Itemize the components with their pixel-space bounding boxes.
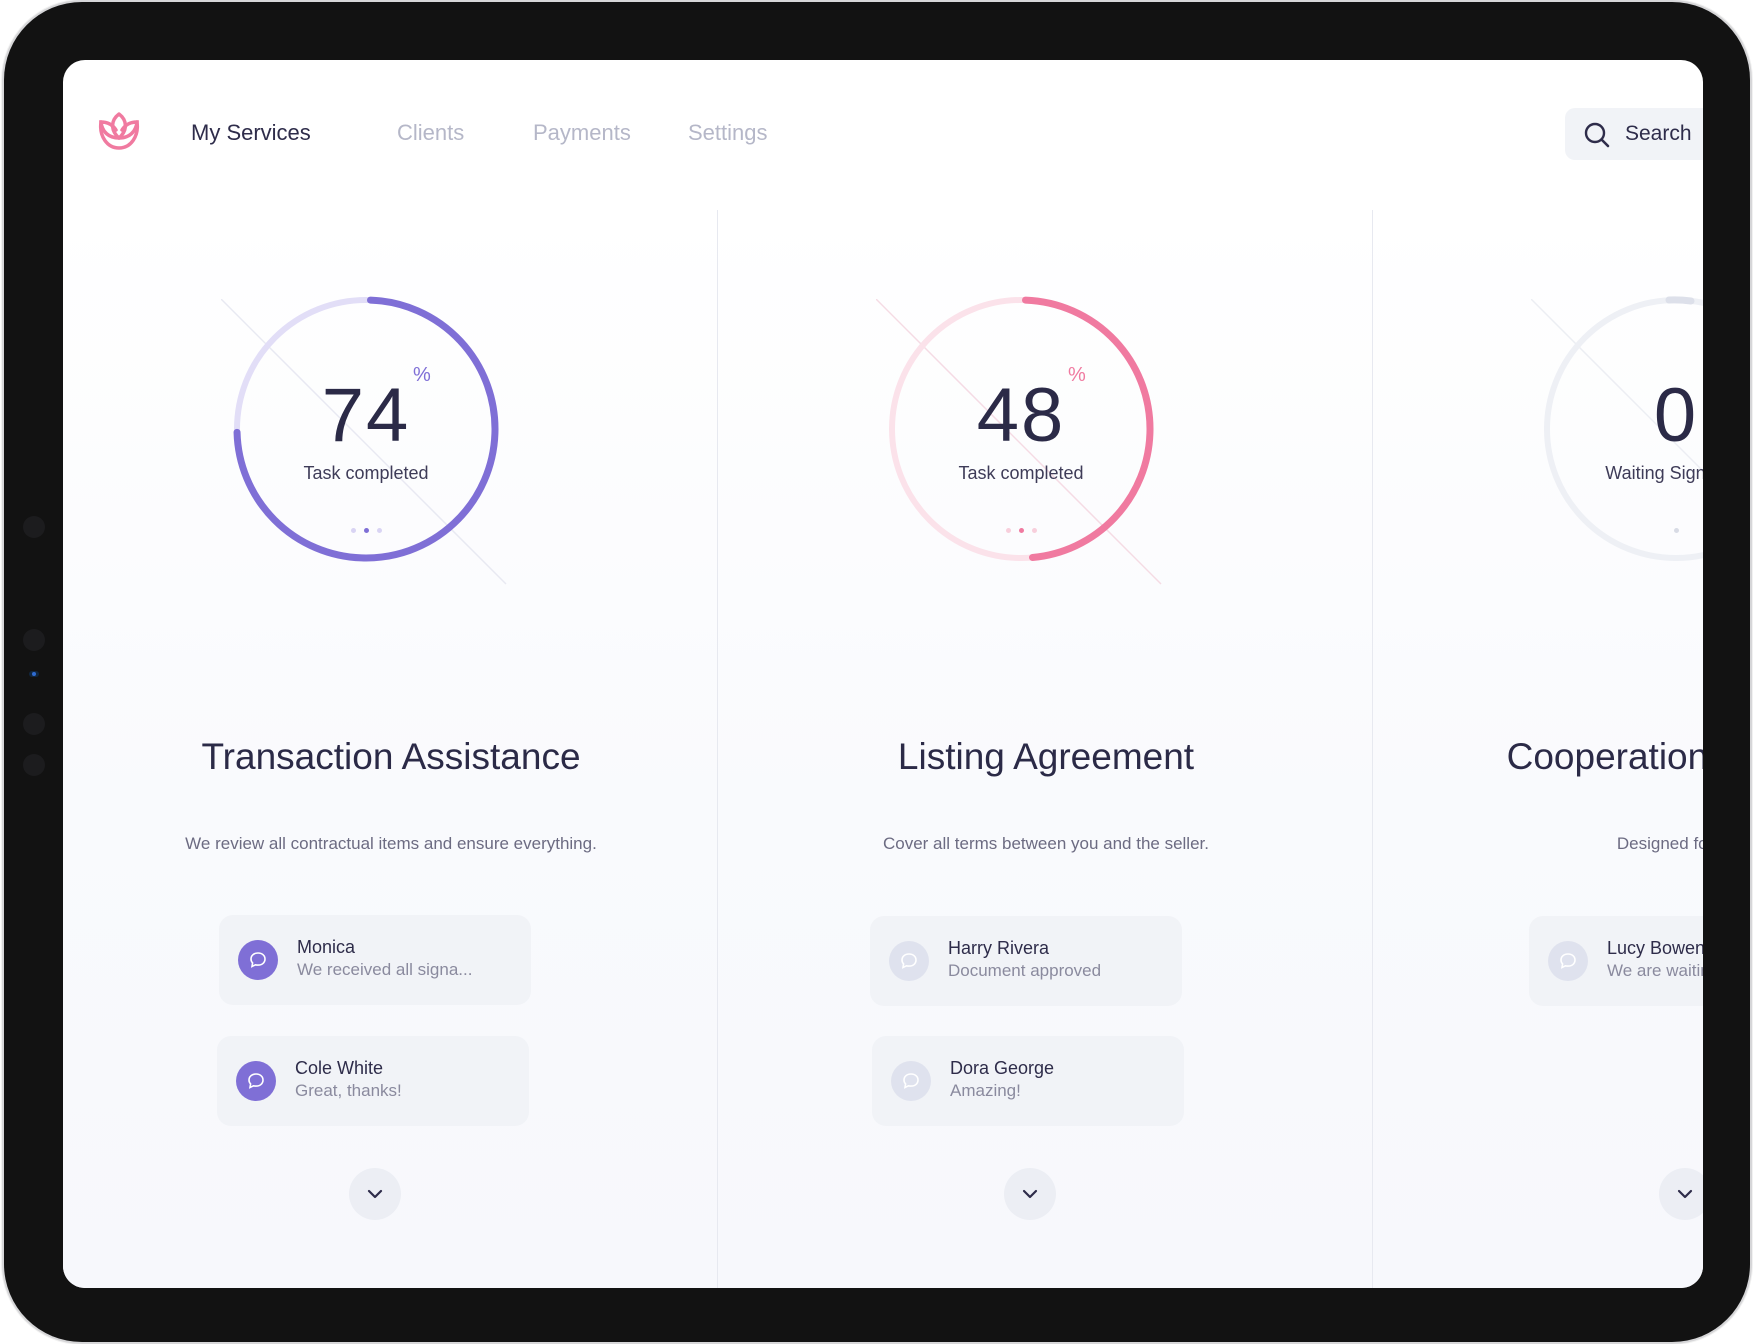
nav-item-clients[interactable]: Clients <box>397 120 464 146</box>
pager-dots[interactable] <box>1541 518 1703 537</box>
expand-button[interactable] <box>349 1168 401 1220</box>
nav-item-my-services[interactable]: My Services <box>191 120 311 146</box>
message-card[interactable]: Harry Rivera Document approved <box>870 916 1182 1006</box>
side-dot <box>23 629 45 651</box>
message-preview: Great, thanks! <box>295 1081 402 1100</box>
percent-value: 48 <box>976 373 1066 458</box>
message-sender: Cole White <box>295 1058 384 1078</box>
ring-label: Task completed <box>958 463 1084 483</box>
message-preview: We are waiting <box>1607 961 1703 980</box>
progress-ring: 0 Waiting Signature <box>1531 294 1703 564</box>
message-preview: Amazing! <box>950 1081 1021 1100</box>
chat-bubble-icon <box>1548 941 1588 981</box>
service-description: We review all contractual items and ensu… <box>185 834 597 853</box>
progress-ring: 48 % Task completed <box>876 294 1162 585</box>
search-button[interactable]: Search <box>1565 108 1703 160</box>
message-sender: Dora George <box>950 1058 1055 1078</box>
progress-ring: 74 % Task completed <box>221 294 507 585</box>
nav-item-payments[interactable]: Payments <box>533 120 631 146</box>
service-description: Designed for the other <box>1616 834 1703 853</box>
nav-item-settings[interactable]: Settings <box>688 120 768 146</box>
message-sender: Harry Rivera <box>948 938 1050 958</box>
app-screen: My Services Clients Payments Settings Se… <box>63 60 1703 1288</box>
service-column-cooperation: 0 Waiting Signature Cooperation Assistan… <box>1373 210 1703 1288</box>
message-sender: Lucy Bowen <box>1607 938 1703 958</box>
expand-button[interactable] <box>1004 1168 1056 1220</box>
chat-bubble-icon <box>236 1061 276 1101</box>
chevron-down-icon <box>1022 1189 1038 1199</box>
message-card[interactable]: Lucy Bowen We are waiting <box>1529 916 1703 1006</box>
pager-dots[interactable] <box>231 518 501 537</box>
message-preview: Document approved <box>948 961 1102 980</box>
ring-label: Task completed <box>303 463 429 483</box>
chat-bubble-icon <box>891 1061 931 1101</box>
side-dot <box>23 516 45 538</box>
percent-symbol: % <box>1068 364 1086 386</box>
message-card[interactable]: Cole White Great, thanks! <box>217 1036 529 1126</box>
percent-symbol: % <box>413 364 431 386</box>
camera <box>29 671 39 677</box>
chat-bubble-icon <box>889 941 929 981</box>
search-icon <box>1584 122 1610 148</box>
message-preview: We received all signa... <box>297 960 473 979</box>
service-title: Listing Agreement <box>897 736 1195 777</box>
top-nav: My Services Clients Payments Settings Se… <box>63 60 1703 210</box>
expand-button[interactable] <box>1659 1168 1703 1220</box>
percent-value: 0 <box>1653 373 1699 458</box>
message-card[interactable]: Monica We received all signa... <box>219 915 531 1005</box>
ring-label: Waiting Signature <box>1605 463 1703 483</box>
side-dot <box>23 754 45 776</box>
pager-dots[interactable] <box>886 518 1156 537</box>
lotus-icon[interactable] <box>95 110 143 154</box>
message-sender: Monica <box>297 937 356 957</box>
chevron-down-icon <box>367 1189 383 1199</box>
chevron-down-icon <box>1677 1189 1693 1199</box>
tablet-frame: My Services Clients Payments Settings Se… <box>4 2 1750 1342</box>
service-column-transaction: 74 % Task completed Transaction Assistan… <box>63 210 718 1288</box>
service-column-listing: 48 % Task completed Listing Agreement Co… <box>718 210 1373 1288</box>
side-dot <box>23 713 45 735</box>
service-description: Cover all terms between you and the sell… <box>882 834 1209 853</box>
message-card[interactable]: Dora George Amazing! <box>872 1036 1184 1126</box>
service-title: Cooperation Assistance <box>1506 736 1703 777</box>
chat-bubble-icon <box>238 940 278 980</box>
percent-value: 74 <box>321 373 411 458</box>
search-label: Search <box>1625 122 1692 145</box>
service-title: Transaction Assistance <box>201 736 581 777</box>
